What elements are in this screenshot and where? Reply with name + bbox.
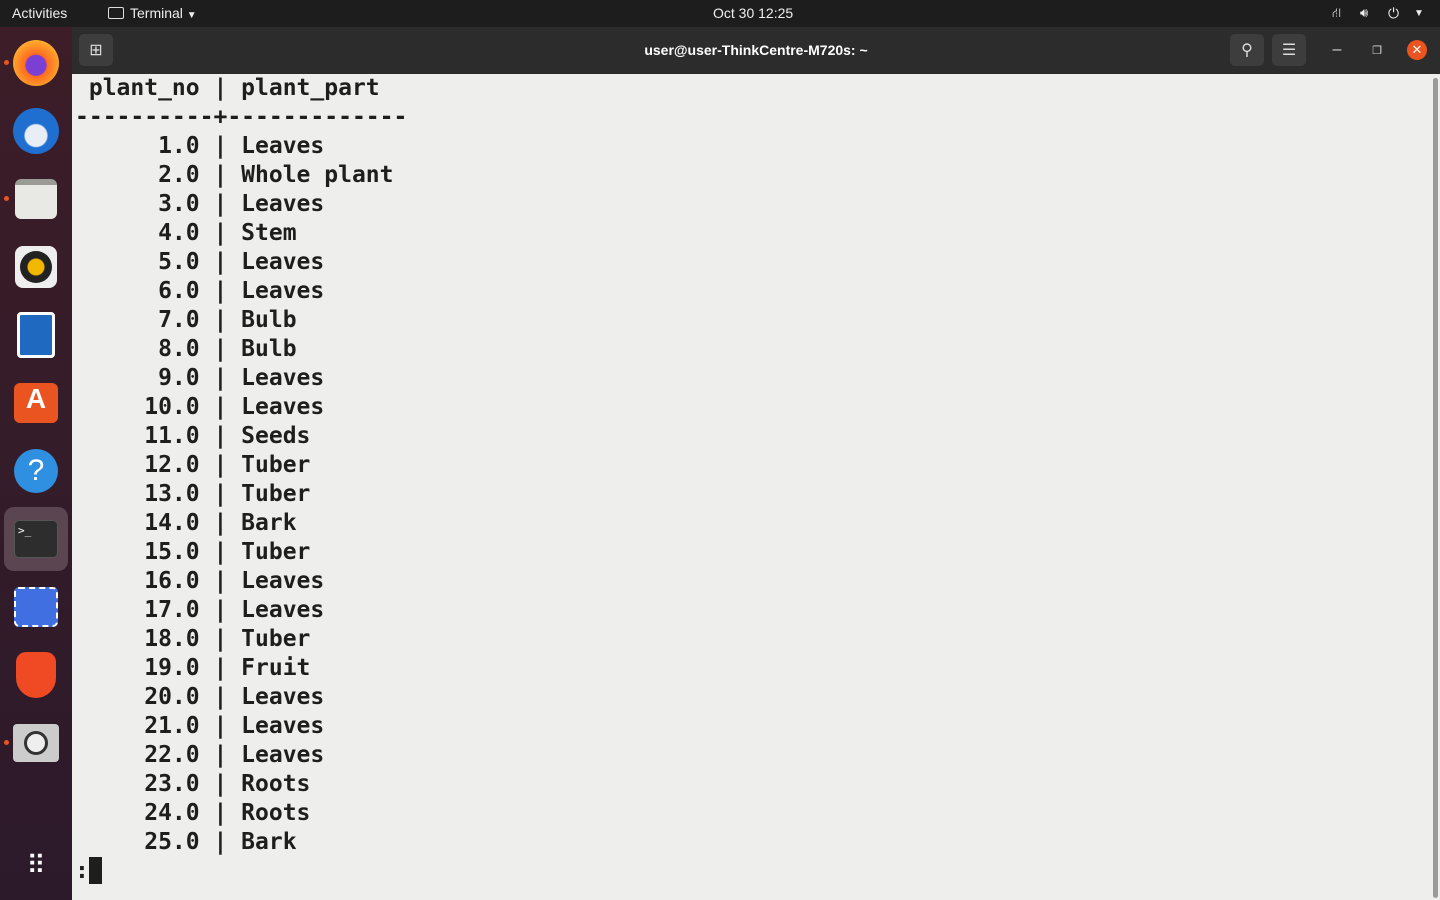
software-icon[interactable]: A (10, 377, 62, 429)
table-row: 3.0 | Leaves (158, 191, 325, 217)
table-row: 16.0 | Leaves (144, 568, 325, 594)
table-row: 21.0 | Leaves (144, 713, 325, 739)
table-row: 10.0 | Leaves (144, 394, 325, 420)
volume-icon[interactable]: 🔊︎ (1360, 5, 1368, 21)
table-row: 11.0 | Seeds (144, 423, 311, 449)
table-row: 20.0 | Leaves (144, 684, 325, 710)
pager-prompt[interactable]: : (75, 858, 89, 884)
menu-button[interactable]: ☰ (1272, 34, 1306, 66)
power-icon[interactable]: ⏻ (1388, 5, 1399, 22)
table-row: 2.0 | Whole plant (158, 162, 394, 188)
system-menu-chevron-icon[interactable]: ▼ (1414, 8, 1424, 19)
dock: A ? >_ ⠿ (0, 27, 72, 900)
clock[interactable]: Oct 30 12:25 (713, 5, 793, 21)
search-button[interactable]: ⚲ (1230, 34, 1264, 66)
table-row: 19.0 | Fruit (144, 655, 311, 681)
table-row: 7.0 | Bulb (158, 307, 297, 333)
terminal-icon (108, 7, 124, 19)
table-row: 5.0 | Leaves (158, 249, 325, 275)
writer-icon[interactable] (10, 309, 62, 361)
app-menu[interactable]: Terminal ▼ (108, 5, 197, 21)
table-row: 23.0 | Roots (144, 771, 311, 797)
query-result-text: plant_no | plant_part ----------+-------… (75, 74, 407, 886)
table-row: 17.0 | Leaves (144, 597, 325, 623)
files-icon[interactable] (10, 173, 62, 225)
table-row: 22.0 | Leaves (144, 742, 325, 768)
table-row: 12.0 | Tuber (144, 452, 311, 478)
minimize-button[interactable]: – (1320, 34, 1354, 66)
table-row: 4.0 | Stem (158, 220, 297, 246)
table-separator: ----------+------------- (75, 104, 408, 130)
screenshot-icon[interactable] (10, 581, 62, 633)
terminal-app-icon[interactable]: >_ (10, 513, 62, 565)
table-row: 6.0 | Leaves (158, 278, 325, 304)
table-row: 24.0 | Roots (144, 800, 311, 826)
close-button[interactable]: ✕ (1407, 40, 1427, 60)
top-bar: Activities Terminal ▼ Oct 30 12:25 ⛙ 🔊︎ … (0, 0, 1440, 27)
activities-button[interactable]: Activities (12, 5, 67, 21)
table-row: 14.0 | Bark (144, 510, 297, 536)
table-row: 25.0 | Bark (144, 829, 297, 855)
network-icon[interactable]: ⛙ (1332, 5, 1341, 23)
table-row: 18.0 | Tuber (144, 626, 311, 652)
table-row: 8.0 | Bulb (158, 336, 297, 362)
window-header: ⊞ user@user-ThinkCentre-M720s: ~ ⚲ ☰ – ❐… (72, 27, 1440, 74)
brave-icon[interactable] (10, 649, 62, 701)
table-row: 9.0 | Leaves (158, 365, 325, 391)
table-row: 1.0 | Leaves (158, 133, 325, 159)
scrollbar[interactable] (1430, 74, 1440, 900)
app-menu-label: Terminal (130, 5, 183, 21)
table-row: 15.0 | Tuber (144, 539, 311, 565)
restore-button[interactable]: ❐ (1360, 34, 1394, 66)
firefox-icon[interactable] (10, 37, 62, 89)
image-viewer-icon[interactable] (10, 717, 62, 769)
table-header: plant_no | plant_part (88, 75, 380, 101)
show-applications-icon[interactable]: ⠿ (10, 839, 62, 891)
thunderbird-icon[interactable] (10, 105, 62, 157)
chevron-down-icon: ▼ (186, 10, 197, 21)
table-row: 13.0 | Tuber (144, 481, 311, 507)
rhythmbox-icon[interactable] (10, 241, 62, 293)
terminal-output[interactable]: plant_no | plant_part ----------+-------… (72, 74, 1430, 900)
help-icon[interactable]: ? (10, 445, 62, 497)
cursor (88, 857, 102, 884)
